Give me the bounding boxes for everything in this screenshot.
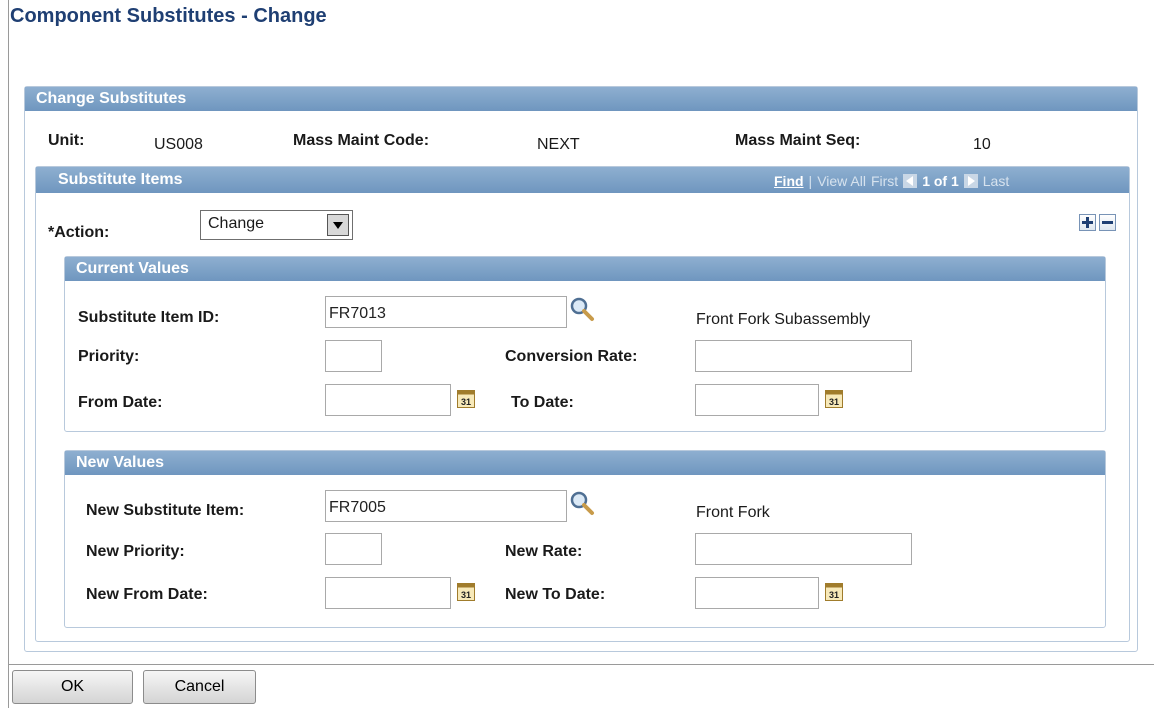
calendar-icon[interactable]: 31 <box>825 388 843 413</box>
mass-maint-code-label: Mass Maint Code: <box>293 132 430 149</box>
action-dropdown[interactable]: Change <box>200 210 353 240</box>
scroll-navigation: Find | View All First 1 of 1 Last <box>774 170 1009 192</box>
to-date-input[interactable] <box>695 384 819 416</box>
find-link[interactable]: Find <box>774 173 804 189</box>
delete-row-button[interactable] <box>1099 214 1116 231</box>
unit-value: US008 <box>154 136 203 153</box>
previous-row-icon[interactable] <box>903 174 918 188</box>
magnifier-icon[interactable] <box>569 296 595 327</box>
svg-text:31: 31 <box>829 590 839 600</box>
svg-text:31: 31 <box>461 590 471 600</box>
svg-text:31: 31 <box>461 397 471 407</box>
conversion-rate-label: Conversion Rate: <box>505 348 638 365</box>
page-title: Component Substitutes - Change <box>10 5 327 27</box>
next-row-icon[interactable] <box>963 174 978 188</box>
action-label: *Action: <box>48 224 110 241</box>
chevron-down-icon[interactable] <box>327 214 349 236</box>
calendar-icon[interactable]: 31 <box>457 388 475 413</box>
new-from-date-label: New From Date: <box>86 586 208 603</box>
new-substitute-item-input[interactable] <box>325 490 567 522</box>
to-date-label: To Date: <box>511 394 574 411</box>
new-priority-input[interactable] <box>325 533 382 565</box>
calendar-icon[interactable]: 31 <box>825 581 843 606</box>
calendar-icon[interactable]: 31 <box>457 581 475 606</box>
new-values-header: New Values <box>65 451 1105 475</box>
magnifier-icon[interactable] <box>569 490 595 521</box>
from-date-input[interactable] <box>325 384 451 416</box>
from-date-label: From Date: <box>78 394 163 411</box>
mass-maint-seq-label: Mass Maint Seq: <box>735 132 861 149</box>
ok-button[interactable]: OK <box>12 670 133 704</box>
unit-label: Unit: <box>48 132 85 149</box>
row-count: 1 of 1 <box>922 173 959 189</box>
current-values-header: Current Values <box>65 257 1105 281</box>
new-rate-label: New Rate: <box>505 543 583 560</box>
new-rate-input[interactable] <box>695 533 912 565</box>
new-from-date-input[interactable] <box>325 577 451 609</box>
conversion-rate-input[interactable] <box>695 340 912 372</box>
cancel-button[interactable]: Cancel <box>143 670 256 704</box>
current-values-box: Current Values <box>64 256 1106 432</box>
first-link[interactable]: First <box>871 173 898 189</box>
svg-text:31: 31 <box>829 397 839 407</box>
new-priority-label: New Priority: <box>86 543 185 560</box>
substitute-item-description: Front Fork Subassembly <box>696 311 871 328</box>
page-frame-bottom <box>8 664 1154 665</box>
action-dropdown-value: Change <box>208 215 265 232</box>
change-substitutes-header: Change Substitutes <box>25 87 1137 111</box>
substitute-item-id-input[interactable] <box>325 296 567 328</box>
new-to-date-label: New To Date: <box>505 586 606 603</box>
mass-maint-code-value: NEXT <box>537 136 580 153</box>
page-frame-left <box>8 0 9 708</box>
new-substitute-item-label: New Substitute Item: <box>86 502 245 519</box>
substitute-item-id-label: Substitute Item ID: <box>78 309 220 326</box>
mass-maint-seq-value: 10 <box>973 136 991 153</box>
new-substitute-item-description: Front Fork <box>696 504 770 521</box>
new-to-date-input[interactable] <box>695 577 819 609</box>
view-all-link[interactable]: View All <box>817 173 866 189</box>
add-row-button[interactable] <box>1079 214 1096 231</box>
priority-label: Priority: <box>78 348 140 365</box>
nav-separator: | <box>808 173 813 189</box>
last-link[interactable]: Last <box>983 173 1009 189</box>
substitute-items-title: Substitute Items <box>58 171 183 188</box>
priority-input[interactable] <box>325 340 382 372</box>
